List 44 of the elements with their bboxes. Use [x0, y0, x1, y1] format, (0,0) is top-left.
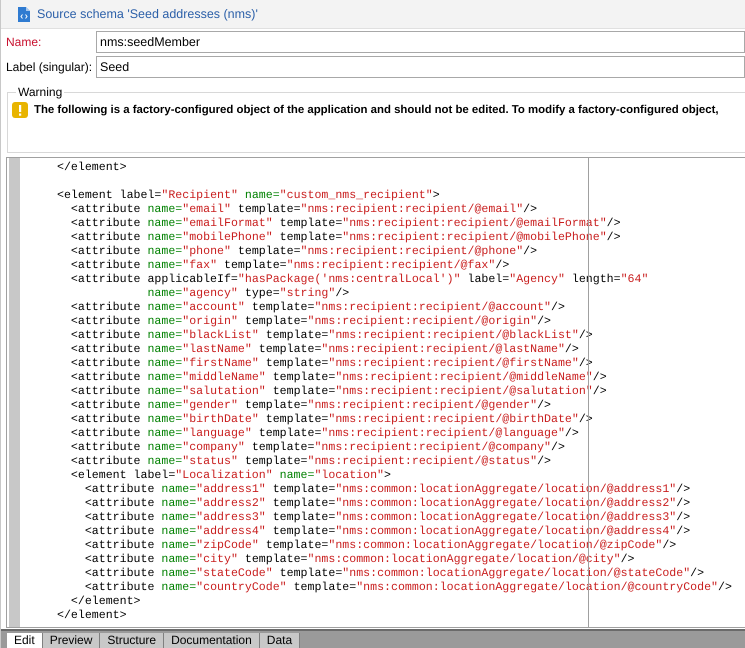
warning-message: The following is a factory-configured object of the application and should not be edited. To modify a factory-configured object, — [34, 104, 719, 116]
code-line: <element label="Recipient" name="custom_nms_recipient"> — [57, 189, 441, 203]
code-line: <attribute name="account" template="nms:recipient:recipient/@account"/> — [70, 301, 566, 315]
code-line: <attribute name="language" template="nms:recipient:recipient/@language"/> — [70, 427, 580, 441]
code-line: name="agency" type="string"/> — [146, 287, 350, 301]
warning-icon — [12, 102, 28, 118]
code-editor[interactable] — [6, 157, 745, 628]
code-line: <attribute name="emailFormat" template="nms:recipient:recipient/@emailFormat"/> — [70, 217, 622, 231]
field-label: Name: — [5, 35, 42, 49]
input-field[interactable]: nms:seedMember — [96, 31, 745, 53]
code-line: </element> — [57, 609, 128, 623]
code-line: <attribute name="stateCode" template="nms:common:locationAggregate/location/@stateCode"/> — [84, 567, 706, 581]
code-line: <attribute name="phone" template="nms:recipient:recipient/@phone"/> — [70, 245, 538, 259]
tab[interactable]: Documentation — [164, 633, 260, 648]
field-label: Label (singular): — [5, 60, 94, 74]
tab[interactable]: Structure — [100, 633, 164, 648]
code-line: <attribute name="origin" template="nms:recipient:recipient/@origin"/> — [70, 315, 552, 329]
code-line: <attribute name="address3" template="nms:common:locationAggregate/location/@address3"/> — [84, 511, 692, 525]
code-line: </element> — [70, 595, 142, 609]
window-title: Source schema 'Seed addresses (nms)' — [37, 7, 258, 21]
input-field[interactable]: Seed — [96, 56, 745, 78]
code-line: <attribute name="lastName" template="nms:recipient:recipient/@lastName"/> — [70, 343, 580, 357]
code-line: <attribute name="salutation" template="nms:recipient:recipient/@salutation"/> — [70, 385, 608, 399]
code-line: <attribute applicableIf="hasPackage('nms:centralLocal')" label="Agency" length="64" — [70, 273, 650, 287]
code-line: <attribute name="address4" template="nms:common:locationAggregate/location/@address4"/> — [84, 525, 692, 539]
code-line: <attribute name="middleName" template="nms:recipient:recipient/@middleName"/> — [70, 371, 608, 385]
code-line: <attribute name="company" template="nms:recipient:recipient/@company"/> — [70, 441, 566, 455]
code-line: <attribute name="zipCode" template="nms:common:locationAggregate/location/@zipCode"/> — [84, 539, 678, 553]
code-line: </element> — [57, 161, 128, 175]
code-line: <attribute name="address2" template="nms:common:locationAggregate/location/@address2"/> — [84, 497, 692, 511]
code-line: <attribute name="address1" template="nms:common:locationAggregate/location/@address1"/> — [84, 483, 692, 497]
group-legend: Warning — [16, 85, 64, 99]
code-line: <attribute name="mobilePhone" template="nms:recipient:recipient/@mobilePhone"/> — [70, 231, 622, 245]
tab[interactable]: Data — [260, 633, 300, 648]
code-line: <attribute name="fax" template="nms:recipient:recipient/@fax"/> — [70, 259, 510, 273]
code-line: <attribute name="city" template="nms:common:locationAggregate/location/@city"/> — [84, 553, 636, 567]
code-line: <attribute name="gender" template="nms:recipient:recipient/@gender"/> — [70, 399, 552, 413]
tab[interactable]: Edit — [7, 633, 43, 648]
code-line: <attribute name="countryCode" template="nms:common:locationAggregate/location/@countryCode"/> — [84, 581, 732, 595]
code-line: <attribute name="status" template="nms:recipient:recipient/@status"/> — [70, 455, 552, 469]
code-line: <element label="Localization" name="location"> — [70, 469, 392, 483]
tab[interactable]: Preview — [42, 633, 100, 648]
code-line: <attribute name="email" template="nms:recipient:recipient/@email"/> — [70, 203, 538, 217]
document-icon — [18, 6, 30, 22]
